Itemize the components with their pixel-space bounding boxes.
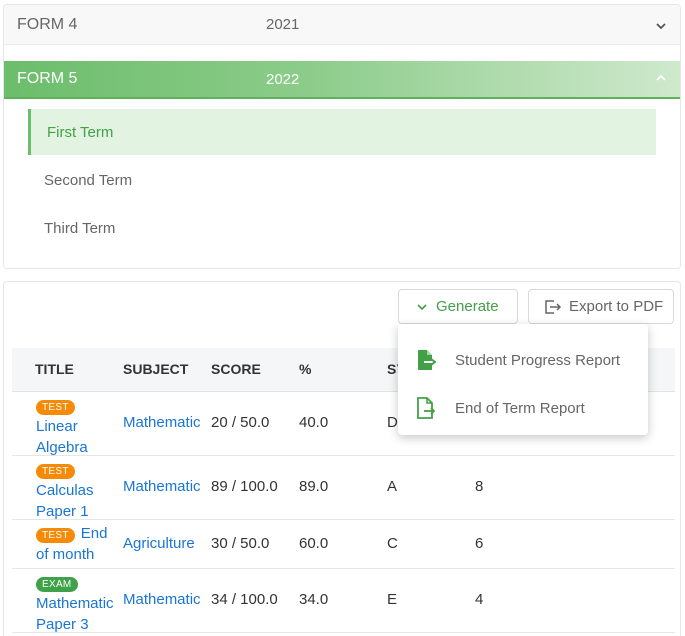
column-header-percent[interactable]: %: [299, 361, 311, 377]
assessment-title-link[interactable]: Calculas Paper 1: [36, 482, 94, 520]
column-header-subject[interactable]: SUBJECT: [123, 361, 188, 377]
score-cell: 30 / 50.0: [211, 535, 270, 552]
accordion-form-5[interactable]: FORM 5 2022: [4, 61, 680, 99]
form-year: 2021: [266, 16, 300, 33]
table-row[interactable]: TEST Calculas Paper 1 Mathematic 89 / 10…: [12, 456, 675, 520]
assessment-title-link[interactable]: Mathematic Paper 3: [36, 595, 114, 633]
form-year: 2022: [266, 70, 300, 88]
generate-label: Generate: [436, 298, 499, 315]
assessment-title-link[interactable]: Linear Algebra: [36, 418, 88, 456]
term-third[interactable]: Third Term: [28, 205, 656, 251]
form-name: FORM 4: [17, 15, 78, 33]
menu-item-label: Student Progress Report: [455, 351, 621, 369]
score-cell: 20 / 50.0: [211, 414, 270, 431]
export-icon: [545, 299, 562, 314]
term-label: Third Term: [44, 219, 116, 237]
table-row[interactable]: TEST End of month Agriculture 30 / 50.0 6…: [12, 520, 675, 569]
subject-link[interactable]: Mathematic: [123, 478, 210, 495]
position-cell: 6: [475, 535, 484, 552]
term-second[interactable]: Second Term: [28, 157, 656, 203]
subject-link[interactable]: Agriculture: [123, 535, 195, 552]
grade-cell: C: [387, 535, 398, 552]
column-header-score[interactable]: SCORE: [211, 361, 261, 377]
percent-cell: 89.0: [299, 478, 329, 495]
badge-test: TEST: [36, 464, 75, 479]
grade-cell: E: [387, 591, 398, 608]
title-cell: EXAM Mathematic Paper 3: [36, 572, 124, 635]
table-row[interactable]: EXAM Mathematic Paper 3 Mathematic 34 / …: [12, 569, 675, 633]
generate-dropdown-menu: Student Progress Report End of Term Repo…: [398, 324, 648, 435]
badge-test: TEST: [36, 528, 75, 543]
position-cell: 4: [475, 591, 484, 608]
grade-cell: A: [387, 478, 398, 495]
score-cell: 89 / 100.0: [211, 478, 278, 495]
title-cell: TEST Linear Algebra: [36, 395, 124, 458]
term-label: First Term: [47, 123, 114, 141]
chevron-down-icon: [417, 303, 427, 310]
menu-item-student-progress-report[interactable]: Student Progress Report: [398, 336, 648, 384]
generate-button[interactable]: Generate: [398, 289, 518, 324]
term-label: Second Term: [44, 171, 133, 189]
subject-link[interactable]: Mathematic: [123, 591, 210, 608]
title-cell: TEST Calculas Paper 1: [36, 459, 124, 522]
form-name: FORM 5: [17, 70, 78, 87]
file-export-outline-icon: [417, 397, 436, 419]
forms-accordion: FORM 4 2021 FORM 5 2022 First Term Secon…: [3, 4, 681, 269]
title-cell: TEST End of month: [36, 523, 124, 565]
menu-item-end-of-term-report[interactable]: End of Term Report: [398, 384, 648, 432]
grade-cell: D: [387, 414, 398, 431]
badge-test: TEST: [36, 400, 75, 415]
accordion-form-4[interactable]: FORM 4 2021: [4, 5, 680, 45]
export-pdf-button[interactable]: Export to PDF: [528, 289, 674, 324]
menu-item-label: End of Term Report: [455, 399, 585, 417]
export-label: Export to PDF: [569, 298, 664, 315]
position-cell: 8: [475, 478, 484, 495]
chevron-down-icon: [656, 23, 666, 30]
subject-link[interactable]: Mathematic: [123, 414, 210, 431]
term-first[interactable]: First Term: [28, 109, 656, 155]
score-cell: 34 / 100.0: [211, 591, 278, 608]
badge-exam: EXAM: [36, 577, 78, 592]
column-header-title[interactable]: TITLE: [35, 361, 74, 377]
chevron-up-icon: [656, 74, 666, 81]
percent-cell: 34.0: [299, 591, 329, 608]
percent-cell: 40.0: [299, 414, 329, 431]
percent-cell: 60.0: [299, 535, 329, 552]
file-export-icon: [418, 350, 436, 370]
